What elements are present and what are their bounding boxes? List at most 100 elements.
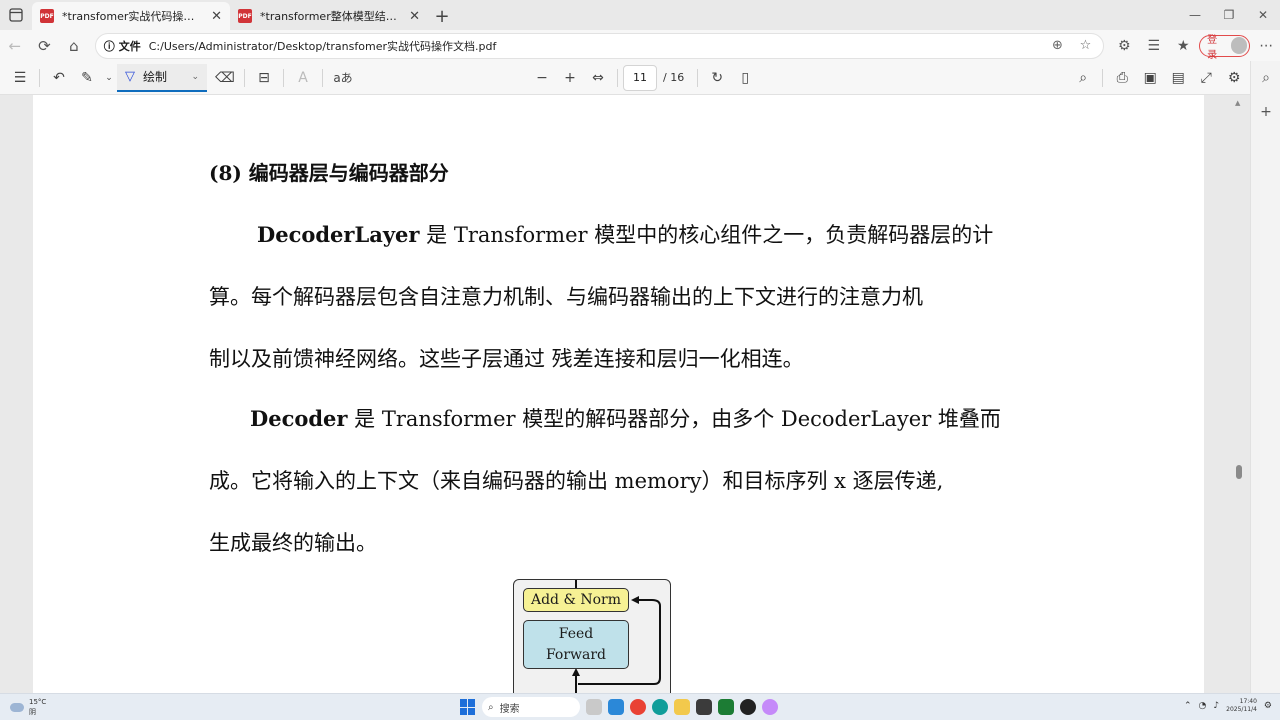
refresh-icon[interactable]: ⟳ xyxy=(30,31,60,61)
tab-transfomer-doc[interactable]: PDF *transfomer实战代码操作文档.pdf ✕ xyxy=(32,2,230,30)
zoom-in-icon[interactable]: + xyxy=(556,64,584,92)
divider xyxy=(244,68,245,87)
terminal-icon[interactable] xyxy=(696,699,712,715)
paragraph-line: DecoderLayer 是 Transformer 模型中的核心组件之一，负责… xyxy=(257,222,994,247)
add-norm-block: Add & Norm xyxy=(523,588,629,612)
url-text[interactable]: C:/Users/Administrator/Desktop/transfome… xyxy=(149,38,1040,54)
app-icon[interactable] xyxy=(718,699,734,715)
pen-icon: ▽ xyxy=(125,69,135,84)
fit-width-icon[interactable]: ⇔ xyxy=(584,64,612,92)
save-as-icon[interactable]: ▤ xyxy=(1164,64,1192,92)
pdf-file-icon: PDF xyxy=(40,9,54,23)
contents-icon[interactable]: ☰ xyxy=(6,64,34,92)
highlight-chevron-icon[interactable]: ⌄ xyxy=(101,64,117,92)
zoom-out-icon[interactable]: − xyxy=(528,64,556,92)
document-viewport[interactable]: (8) 编码器层与编码器部分 DecoderLayer 是 Transforme… xyxy=(0,95,1250,693)
network-icon[interactable]: ◔ xyxy=(1199,701,1207,711)
zoom-icon[interactable]: ⊕ xyxy=(1047,38,1067,53)
divider xyxy=(322,68,323,87)
paragraph-line: 成。它将输入的上下文（来自编码器的输出 memory）和目标序列 x 逐层传递, xyxy=(209,469,944,493)
pdf-page: (8) 编码器层与编码器部分 DecoderLayer 是 Transforme… xyxy=(33,95,1204,693)
system-tray: ⌃ ◔ ♪ 17:40 2025/11/4 ⚙ xyxy=(1184,698,1272,714)
side-panel: ⌕ + xyxy=(1250,61,1280,693)
search-icon[interactable]: ⌕ xyxy=(1251,61,1280,95)
close-tab-icon[interactable]: ✕ xyxy=(211,9,222,24)
back-icon[interactable]: ← xyxy=(0,31,30,61)
tab-title: *transformer整体模型结构.pdf xyxy=(260,10,401,23)
volume-icon[interactable]: ♪ xyxy=(1213,701,1219,711)
chevron-up-icon[interactable]: ⌃ xyxy=(1184,701,1192,711)
taskbar: 15°C 阴 ⌕ 搜索 ⌃ ◔ ♪ 17:40 2025/11/4 ⚙ xyxy=(0,693,1280,720)
file-explorer-icon[interactable] xyxy=(674,699,690,715)
collections-icon[interactable]: ☰ xyxy=(1140,32,1168,60)
paragraph-line: 制以及前馈神经网络。这些子层通过 残差连接和层归一化相连。 xyxy=(209,347,804,371)
pdf-file-icon: PDF xyxy=(238,9,252,23)
add-icon[interactable]: + xyxy=(1251,95,1280,129)
widgets-icon[interactable] xyxy=(608,699,624,715)
vertical-scrollbar-thumb[interactable] xyxy=(1236,465,1242,479)
search-icon: ⌕ xyxy=(488,701,494,713)
file-indicator[interactable]: ⓘ 文件 xyxy=(104,38,141,54)
decoder-layer-figure: Add & Norm Feed Forward xyxy=(513,579,671,693)
scroll-up-icon[interactable]: ▲ xyxy=(1235,99,1240,107)
draw-button[interactable]: ▽ 绘制 ⌄ xyxy=(117,63,207,92)
info-icon: ⓘ xyxy=(103,39,115,53)
tab-transformer-structure[interactable]: PDF *transformer整体模型结构.pdf ✕ xyxy=(230,2,428,30)
divider xyxy=(1102,68,1104,87)
login-button[interactable]: 登录 xyxy=(1199,34,1251,61)
page-view-icon[interactable]: ▯ xyxy=(731,64,759,92)
print-icon[interactable]: ⎙ xyxy=(1108,64,1136,92)
address-bar[interactable]: ⓘ 文件 C:/Users/Administrator/Desktop/tran… xyxy=(94,32,1105,59)
new-tab-button[interactable]: + xyxy=(428,2,456,30)
chrome-icon[interactable] xyxy=(630,699,646,715)
avatar xyxy=(1230,37,1248,54)
notifications-icon[interactable]: ⚙ xyxy=(1264,701,1272,711)
close-tab-icon[interactable]: ✕ xyxy=(409,9,420,24)
tab-actions-icon[interactable] xyxy=(0,0,32,30)
paragraph-line: Decoder 是 Transformer 模型的解码器部分，由多个 Decod… xyxy=(250,406,1001,431)
fullscreen-icon[interactable]: ⤢ xyxy=(1192,64,1220,92)
task-view-icon[interactable] xyxy=(586,699,602,715)
clock[interactable]: 17:40 2025/11/4 xyxy=(1226,698,1257,714)
extensions-icon[interactable]: ⚙ xyxy=(1110,32,1138,60)
text-format-icon[interactable]: A xyxy=(289,64,317,92)
rotate-icon[interactable]: ↻ xyxy=(703,64,731,92)
tab-title: *transfomer实战代码操作文档.pdf xyxy=(62,10,203,23)
find-icon[interactable]: ⌕ xyxy=(1069,64,1097,92)
page-number-input[interactable]: 11 xyxy=(623,64,657,91)
app-icon[interactable] xyxy=(762,699,778,715)
page-total: / 16 xyxy=(663,71,685,84)
paragraph-line: 算。每个解码器层包含自注意力机制、与编码器输出的上下文进行的注意力机 xyxy=(209,285,923,309)
edge-icon[interactable] xyxy=(652,699,668,715)
pdf-toolbar: ☰ ↶ ✎ ⌄ ▽ 绘制 ⌄ ⌫ ⊟ A aあ − + ⇔ 11 / 16 ↻ … xyxy=(0,61,1250,95)
minimize-icon[interactable]: — xyxy=(1178,0,1212,30)
divider xyxy=(39,68,40,87)
chevron-down-icon: ⌄ xyxy=(191,71,199,82)
eraser-icon[interactable]: ⌫ xyxy=(211,64,239,92)
highlight-icon[interactable]: ✎ xyxy=(73,64,101,92)
divider xyxy=(697,68,699,87)
paragraph-line: 生成最终的输出。 xyxy=(209,531,377,555)
favorite-star-icon[interactable]: ☆ xyxy=(1075,38,1095,53)
weather-widget[interactable]: 15°C 阴 xyxy=(10,697,46,717)
home-icon[interactable]: ⌂ xyxy=(59,31,89,61)
section-heading: (8) 编码器层与编码器部分 xyxy=(209,161,449,185)
text-box-icon[interactable]: ⊟ xyxy=(250,64,278,92)
undo-icon[interactable]: ↶ xyxy=(45,64,73,92)
tab-bar: PDF *transfomer实战代码操作文档.pdf ✕ PDF *trans… xyxy=(0,0,1280,30)
settings-gear-icon[interactable]: ⚙ xyxy=(1220,64,1248,92)
more-menu-icon[interactable]: ⋯ xyxy=(1252,32,1280,60)
recorder-icon[interactable] xyxy=(740,699,756,715)
save-icon[interactable]: ▣ xyxy=(1136,64,1164,92)
divider xyxy=(617,68,618,87)
cloud-icon xyxy=(10,702,24,712)
address-row: ← ⟳ ⌂ ⓘ 文件 C:/Users/Administrator/Deskto… xyxy=(0,30,1280,61)
divider xyxy=(283,68,284,87)
favorites-icon[interactable]: ★ xyxy=(1170,32,1198,60)
close-window-icon[interactable]: ✕ xyxy=(1246,0,1280,30)
taskbar-search[interactable]: ⌕ 搜索 xyxy=(482,697,580,717)
read-aloud-button[interactable]: aあ xyxy=(328,64,358,92)
windows-start-icon[interactable] xyxy=(460,699,476,715)
feed-forward-block: Feed Forward xyxy=(523,620,629,669)
restore-icon[interactable]: ❐ xyxy=(1212,0,1246,30)
